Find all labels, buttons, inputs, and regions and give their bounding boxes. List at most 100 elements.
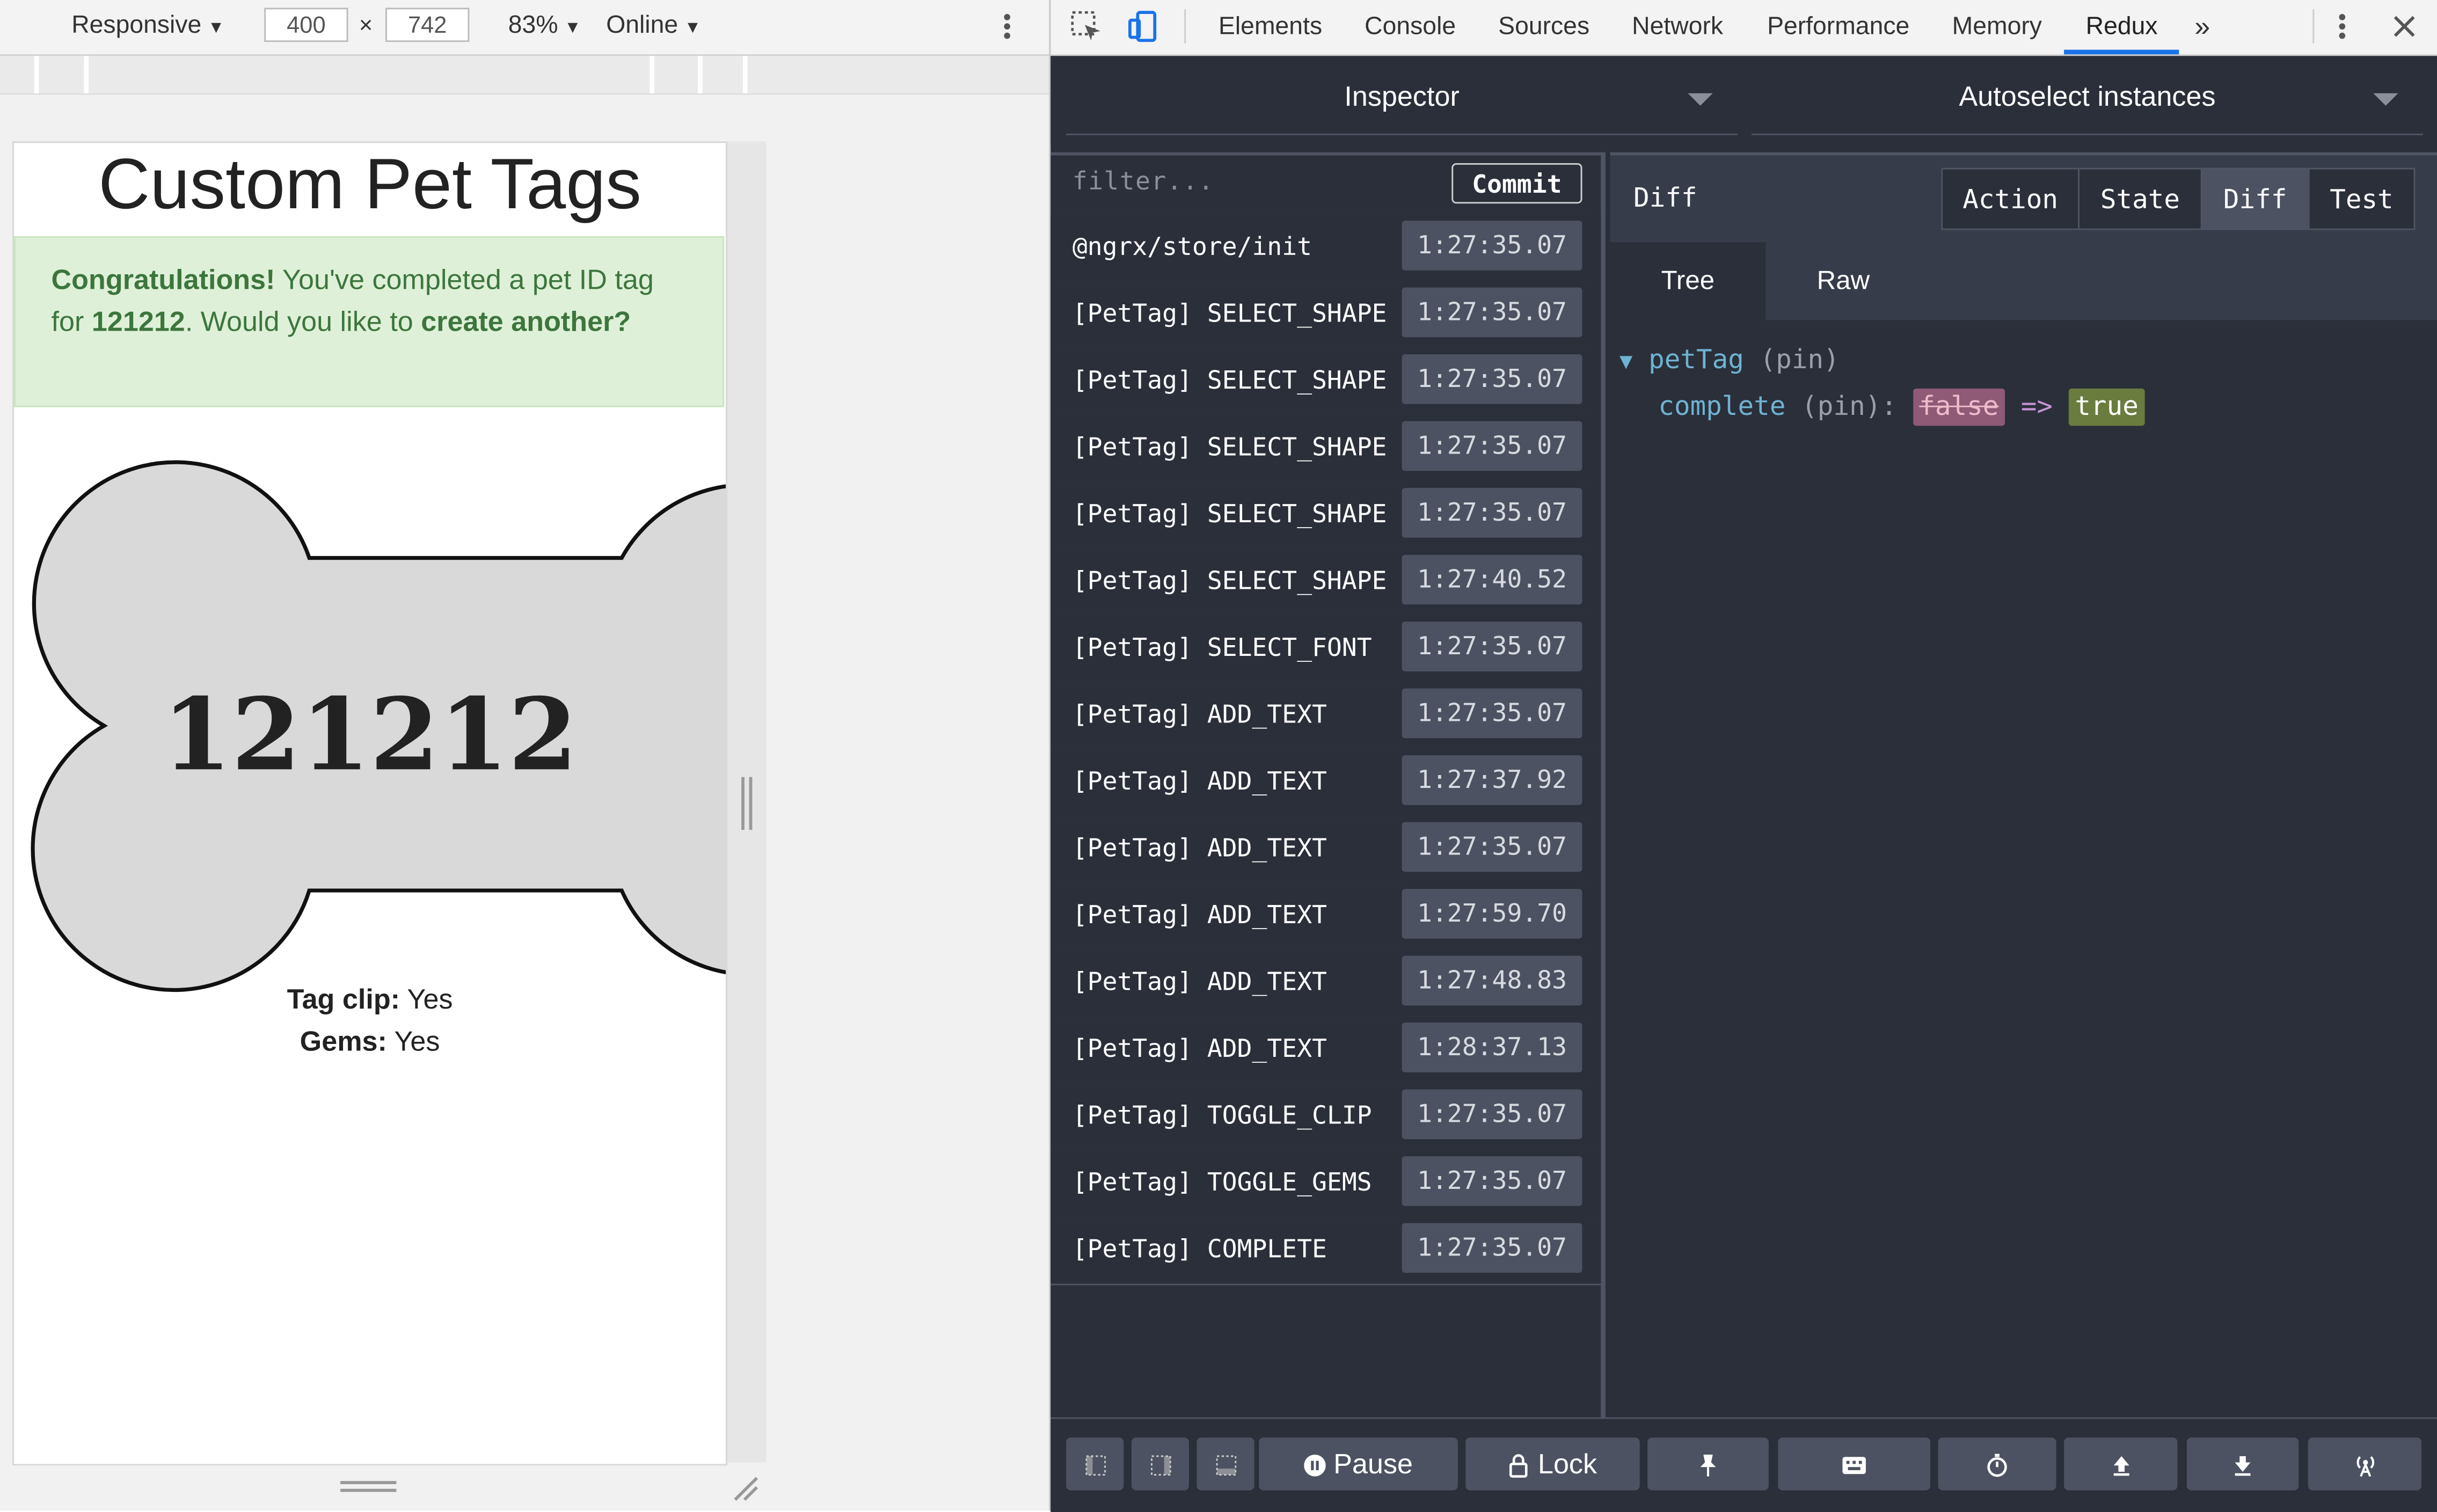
slider-button[interactable] [1938, 1437, 2056, 1491]
action-name: [PetTag] SELECT_FONT [1072, 632, 1372, 662]
action-row[interactable]: [PetTag] SELECT_FONT 1:27:35.07 [1050, 615, 1601, 684]
action-row[interactable]: [PetTag] SELECT_SHAPE 1:27:35.07 [1050, 481, 1601, 550]
commit-button[interactable]: Commit [1451, 163, 1582, 204]
action-time[interactable]: 1:27:35.07 [1402, 354, 1582, 404]
action-time[interactable]: 1:27:35.07 [1402, 1156, 1582, 1206]
tab-network[interactable]: Network [1632, 0, 1723, 54]
instances-dropdown[interactable]: Autoselect instances [1752, 56, 2423, 135]
action-row[interactable]: @ngrx/store/init 1:27:35.07 [1050, 214, 1601, 283]
action-time[interactable]: 1:27:35.07 [1402, 622, 1582, 671]
tree-node-root[interactable]: ▼ petTag (pin) [1619, 339, 2144, 385]
filter-input[interactable]: filter... [1072, 166, 1214, 196]
action-row[interactable]: [PetTag] ADD_TEXT 1:27:59.70 [1050, 882, 1601, 951]
action-time[interactable]: 1:27:48.83 [1402, 955, 1582, 1006]
action-time[interactable]: 1:27:35.07 [1402, 488, 1582, 538]
bottom-toolbar: Pause Lock [1050, 1417, 2437, 1512]
dispatcher-button[interactable] [1778, 1437, 1931, 1491]
device-viewport: Custom Pet Tags Congratulations! You've … [12, 141, 728, 1466]
width-input[interactable]: 400 [264, 8, 348, 42]
device-mode-dropdown[interactable]: Responsive ▼ [71, 9, 224, 43]
inspect-element-icon[interactable] [1069, 9, 1104, 43]
tree-note: (pin): [1801, 391, 1898, 423]
remote-button[interactable] [2308, 1437, 2422, 1491]
action-row[interactable]: [PetTag] COMPLETE 1:27:35.07 [1050, 1217, 1601, 1285]
device-toolbar-icon[interactable] [1127, 9, 1161, 43]
action-row[interactable]: [PetTag] ADD_TEXT 1:27:35.07 [1050, 682, 1601, 751]
action-time[interactable]: 1:27:35.07 [1402, 1089, 1582, 1140]
tag-clip-value: Yes [400, 983, 453, 1015]
action-row[interactable]: [PetTag] ADD_TEXT 1:27:35.07 [1050, 816, 1601, 885]
action-row[interactable]: [PetTag] TOGGLE_CLIP 1:27:35.07 [1050, 1083, 1601, 1152]
tab-memory[interactable]: Memory [1952, 0, 2042, 54]
create-another-link[interactable]: create another? [421, 306, 631, 337]
dock-left-icon[interactable] [1066, 1437, 1124, 1491]
devtools-panel: Elements Console Sources Network Perform… [1049, 0, 2437, 1512]
tab-tree[interactable]: Tree [1610, 242, 1766, 320]
action-time[interactable]: 1:27:35.07 [1402, 221, 1582, 271]
resize-corner-icon[interactable] [731, 1473, 758, 1501]
diff-tree: ▼ petTag (pin) complete (pin): false => … [1619, 339, 2145, 430]
inspector-dropdown[interactable]: Inspector [1066, 56, 1738, 135]
action-list: filter... Commit @ngrx/store/init 1:27:35… [1050, 152, 1606, 1418]
tab-elements[interactable]: Elements [1219, 0, 1322, 54]
lock-button[interactable]: Lock [1465, 1437, 1640, 1491]
tab-raw[interactable]: Raw [1765, 243, 1921, 320]
action-row[interactable]: [PetTag] SELECT_SHAPE 1:27:35.07 [1050, 348, 1601, 417]
diff-tab-button[interactable]: Diff [2200, 167, 2310, 230]
devtools-menu-icon[interactable] [2330, 11, 2354, 42]
action-row[interactable]: [PetTag] ADD_TEXT 1:27:37.92 [1050, 749, 1601, 817]
toolbar-divider [1184, 9, 1186, 44]
action-row[interactable]: [PetTag] SELECT_SHAPE 1:27:35.07 [1050, 281, 1601, 350]
action-time[interactable]: 1:27:37.92 [1402, 755, 1582, 805]
action-name: [PetTag] ADD_TEXT [1072, 1033, 1327, 1063]
persist-button[interactable] [1647, 1437, 1769, 1491]
expand-triangle-icon[interactable]: ▼ [1619, 349, 1632, 374]
more-tabs-icon[interactable]: » [2194, 0, 2210, 54]
action-row[interactable]: [PetTag] ADD_TEXT 1:27:48.83 [1050, 949, 1601, 1018]
dock-right-icon[interactable] [1131, 1437, 1189, 1491]
tab-performance[interactable]: Performance [1767, 0, 1909, 54]
action-time[interactable]: 1:27:59.70 [1402, 889, 1582, 939]
action-row[interactable]: [PetTag] SELECT_SHAPE 1:27:35.07 [1050, 415, 1601, 484]
pause-button[interactable]: Pause [1259, 1437, 1458, 1491]
tab-redux[interactable]: Redux [2064, 0, 2180, 55]
keyboard-icon [1842, 1457, 1866, 1475]
page-title: Custom Pet Tags [98, 143, 641, 224]
action-time[interactable]: 1:27:35.07 [1402, 287, 1582, 338]
tab-console[interactable]: Console [1365, 0, 1456, 54]
action-time[interactable]: 1:27:35.07 [1402, 822, 1582, 872]
dock-bottom-icon[interactable] [1196, 1437, 1254, 1491]
close-icon[interactable] [2387, 9, 2421, 43]
tab-sources[interactable]: Sources [1498, 0, 1589, 54]
action-name: [PetTag] ADD_TEXT [1072, 900, 1327, 930]
action-time[interactable]: 1:28:37.13 [1402, 1022, 1582, 1072]
action-row[interactable]: [PetTag] TOGGLE_GEMS 1:27:35.07 [1050, 1150, 1601, 1218]
action-row[interactable]: [PetTag] SELECT_SHAPE 1:27:40.52 [1050, 549, 1601, 617]
alert-tag-id: 121212 [91, 306, 185, 338]
throttle-dropdown[interactable]: Online ▼ [606, 9, 701, 43]
action-row[interactable]: [PetTag] ADD_TEXT 1:28:37.13 [1050, 1016, 1601, 1085]
gems-label: Gems: [300, 1025, 387, 1057]
export-button[interactable] [2064, 1437, 2178, 1491]
test-tab-button[interactable]: Test [2308, 167, 2416, 230]
action-name: [PetTag] COMPLETE [1072, 1233, 1327, 1263]
more-options-icon[interactable] [995, 11, 1019, 42]
action-time[interactable]: 1:27:35.07 [1402, 1223, 1582, 1273]
action-tab-button[interactable]: Action [1941, 167, 2080, 230]
state-tab-button[interactable]: State [2078, 167, 2202, 230]
redux-header: Inspector Autoselect instances [1050, 56, 2437, 147]
import-button[interactable] [2186, 1437, 2299, 1491]
resize-handle-right[interactable] [741, 777, 753, 830]
action-time[interactable]: 1:27:35.07 [1402, 421, 1582, 471]
zoom-dropdown[interactable]: 83% ▼ [508, 9, 581, 43]
action-time[interactable]: 1:27:40.52 [1402, 554, 1582, 605]
action-name: [PetTag] SELECT_SHAPE [1072, 298, 1387, 328]
action-time[interactable]: 1:27:35.07 [1402, 688, 1582, 739]
detail-title: Diff [1633, 183, 1697, 215]
height-input[interactable]: 742 [385, 8, 470, 42]
resize-handle-bottom[interactable] [340, 1481, 397, 1492]
instances-label: Autoselect instances [1959, 81, 2216, 112]
ruler-divider [34, 56, 39, 93]
media-query-bar[interactable] [0, 56, 1049, 95]
tree-key: complete [1658, 391, 1786, 423]
